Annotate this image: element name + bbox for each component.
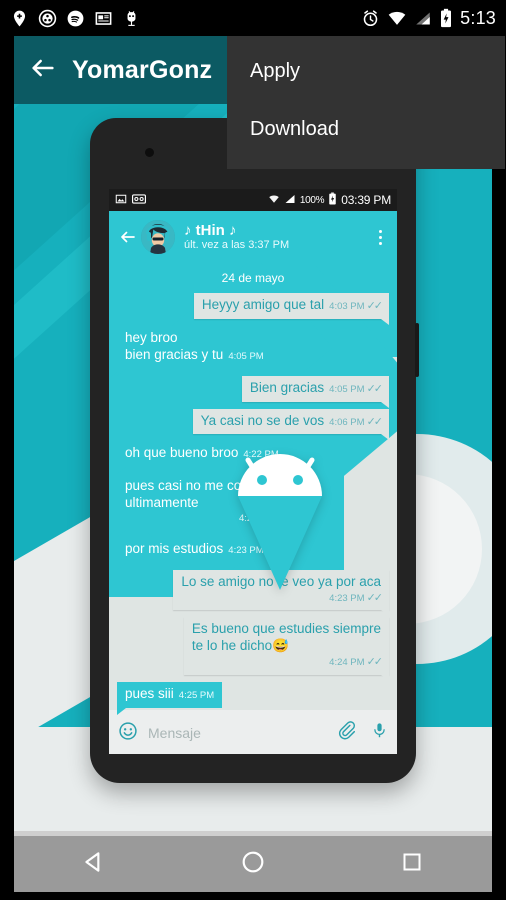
- outgoing-message-bubble[interactable]: Ya casi no se de vos 4:06 PM ✓✓: [192, 408, 389, 441]
- preview-clock: 03:39 PM: [341, 193, 391, 207]
- overflow-menu: Apply Download: [227, 36, 505, 169]
- read-receipt-icon: ✓✓: [366, 415, 384, 428]
- message-text: por mis estudios: [125, 540, 224, 556]
- signal-icon: [414, 9, 432, 28]
- bubble-tail: [117, 467, 126, 475]
- message-row[interactable]: Ya casi no se de vos 4:06 PM ✓✓: [117, 408, 389, 441]
- navigation-bar: [14, 836, 492, 892]
- message-input[interactable]: Mensaje: [148, 725, 338, 741]
- bubble-tail: [117, 562, 126, 570]
- nav-recents-square-icon: [400, 850, 424, 879]
- message-timestamp: 4:24 PM ✓✓: [329, 656, 384, 669]
- image-icon: [115, 193, 127, 208]
- message-timestamp: 4:03 PM ✓✓: [329, 300, 384, 312]
- screen-root: 5:13 YomarGonz Apply Download 100% 03:39…: [0, 0, 506, 900]
- message-text: Heyyy amigo que tal: [201, 297, 325, 312]
- incoming-message-bubble[interactable]: hey broo bien gracias y tu 4:05 PM: [117, 325, 272, 376]
- wallpaper-preview[interactable]: 100% 03:39 PM ♪ tHin ♪ últ. vez a las 3:…: [14, 104, 492, 831]
- preview-status-left-icons: [115, 193, 146, 208]
- chat-overflow-button[interactable]: [369, 229, 391, 245]
- bubble-tail: [381, 674, 389, 681]
- menu-item-apply[interactable]: Apply: [227, 42, 505, 100]
- signal-icon: [284, 193, 296, 208]
- page-title: YomarGonz: [72, 55, 213, 84]
- message-timestamp: 4:05 PM: [228, 350, 264, 362]
- status-bar-clock: 5:13: [460, 7, 496, 28]
- message-row[interactable]: Es bueno que estudies siempre te lo he di…: [117, 617, 389, 681]
- message-timestamp: 4:05 PM ✓✓: [329, 382, 384, 395]
- incoming-message-bubble[interactable]: pues siii 4:25 PM: [117, 681, 223, 715]
- soccer-ball-icon: [38, 9, 57, 28]
- status-bar-notification-icons: [0, 9, 141, 28]
- chat-contact-status: últ. vez a las 3:37 PM: [184, 239, 290, 252]
- overflow-dots-icon: [378, 229, 382, 233]
- bubble-tail: [381, 401, 389, 408]
- preview-status-right-icons: 100% 03:39 PM: [268, 192, 391, 208]
- message-row[interactable]: pues siii 4:25 PM: [117, 681, 389, 715]
- bubble-tail: [117, 707, 126, 715]
- chat-contact-name: ♪ tHin ♪: [184, 222, 237, 240]
- day-divider: 24 de mayo: [221, 271, 285, 285]
- alien-bot-icon: [122, 9, 141, 28]
- preview-status-bar: 100% 03:39 PM: [109, 189, 397, 211]
- chat-back-button[interactable]: [115, 228, 141, 246]
- message-text: Ya casi no se de vos: [200, 412, 325, 428]
- battery-percent-label: 100%: [299, 194, 325, 206]
- bubble-tail: [381, 610, 389, 617]
- nav-back-button[interactable]: [64, 836, 124, 892]
- bubble-tail: [117, 368, 126, 376]
- wifi-icon: [268, 193, 280, 208]
- read-receipt-icon: ✓✓: [366, 656, 384, 669]
- nav-recents-button[interactable]: [382, 836, 442, 892]
- message-input-bar: Mensaje: [109, 710, 397, 754]
- message-row[interactable]: hey broo bien gracias y tu 4:05 PM: [117, 325, 389, 376]
- menu-item-download[interactable]: Download: [227, 100, 505, 158]
- message-text: Es bueno que estudies siempre te lo he di…: [191, 621, 381, 654]
- paperclip-icon[interactable]: [338, 721, 357, 745]
- back-button[interactable]: [14, 36, 72, 104]
- bubble-tail: [117, 529, 126, 537]
- news-card-icon: [94, 9, 113, 28]
- outgoing-message-bubble[interactable]: Es bueno que estudies siempre te lo he di…: [183, 617, 389, 681]
- alarm-clock-icon: [361, 9, 380, 28]
- read-receipt-icon: ✓✓: [366, 300, 384, 312]
- message-text: Bien gracias: [249, 379, 325, 395]
- bubble-tail: [381, 434, 389, 441]
- message-text: hey broo bien gracias y tu: [125, 329, 224, 362]
- android-robot-icon: [220, 438, 340, 598]
- nav-home-button[interactable]: [223, 836, 283, 892]
- phone-power-button: [415, 323, 419, 377]
- chat-header: ♪ tHin ♪ últ. vez a las 3:37 PM: [109, 211, 397, 263]
- nav-back-triangle-icon: [81, 849, 107, 880]
- message-timestamp: 4:25 PM: [178, 689, 215, 701]
- status-bar-system-icons: 5:13: [361, 8, 506, 29]
- outgoing-message-bubble[interactable]: Bien gracias 4:05 PM ✓✓: [241, 375, 389, 408]
- microphone-icon[interactable]: [371, 721, 388, 745]
- phone-camera-dot: [145, 148, 154, 157]
- wifi-icon: [387, 9, 407, 28]
- battery-charging-icon: [328, 192, 337, 208]
- message-row[interactable]: Heyyy amigo que tal 4:03 PM ✓✓: [117, 293, 389, 325]
- back-arrow-icon: [29, 54, 57, 87]
- emoji-smiley-icon[interactable]: [118, 721, 138, 746]
- outgoing-message-bubble[interactable]: Heyyy amigo que tal 4:03 PM ✓✓: [193, 293, 389, 325]
- message-text: pues siii: [125, 685, 174, 701]
- bubble-tail: [381, 318, 389, 325]
- system-status-bar: 5:13: [0, 0, 506, 36]
- location-plus-icon: [10, 9, 29, 28]
- read-receipt-icon: ✓✓: [366, 382, 384, 395]
- avatar[interactable]: [141, 220, 175, 254]
- chat-contact-meta: ♪ tHin ♪ últ. vez a las 3:37 PM: [184, 222, 289, 252]
- voicemail-icon: [132, 193, 146, 208]
- input-actions: [338, 721, 388, 745]
- nav-home-circle-icon: [240, 849, 266, 880]
- read-receipt-icon: ✓✓: [366, 591, 384, 604]
- message-row[interactable]: Bien gracias 4:05 PM ✓✓: [117, 375, 389, 408]
- message-timestamp: 4:06 PM ✓✓: [329, 415, 384, 428]
- spotify-icon: [66, 9, 85, 28]
- battery-charging-icon: [439, 8, 453, 28]
